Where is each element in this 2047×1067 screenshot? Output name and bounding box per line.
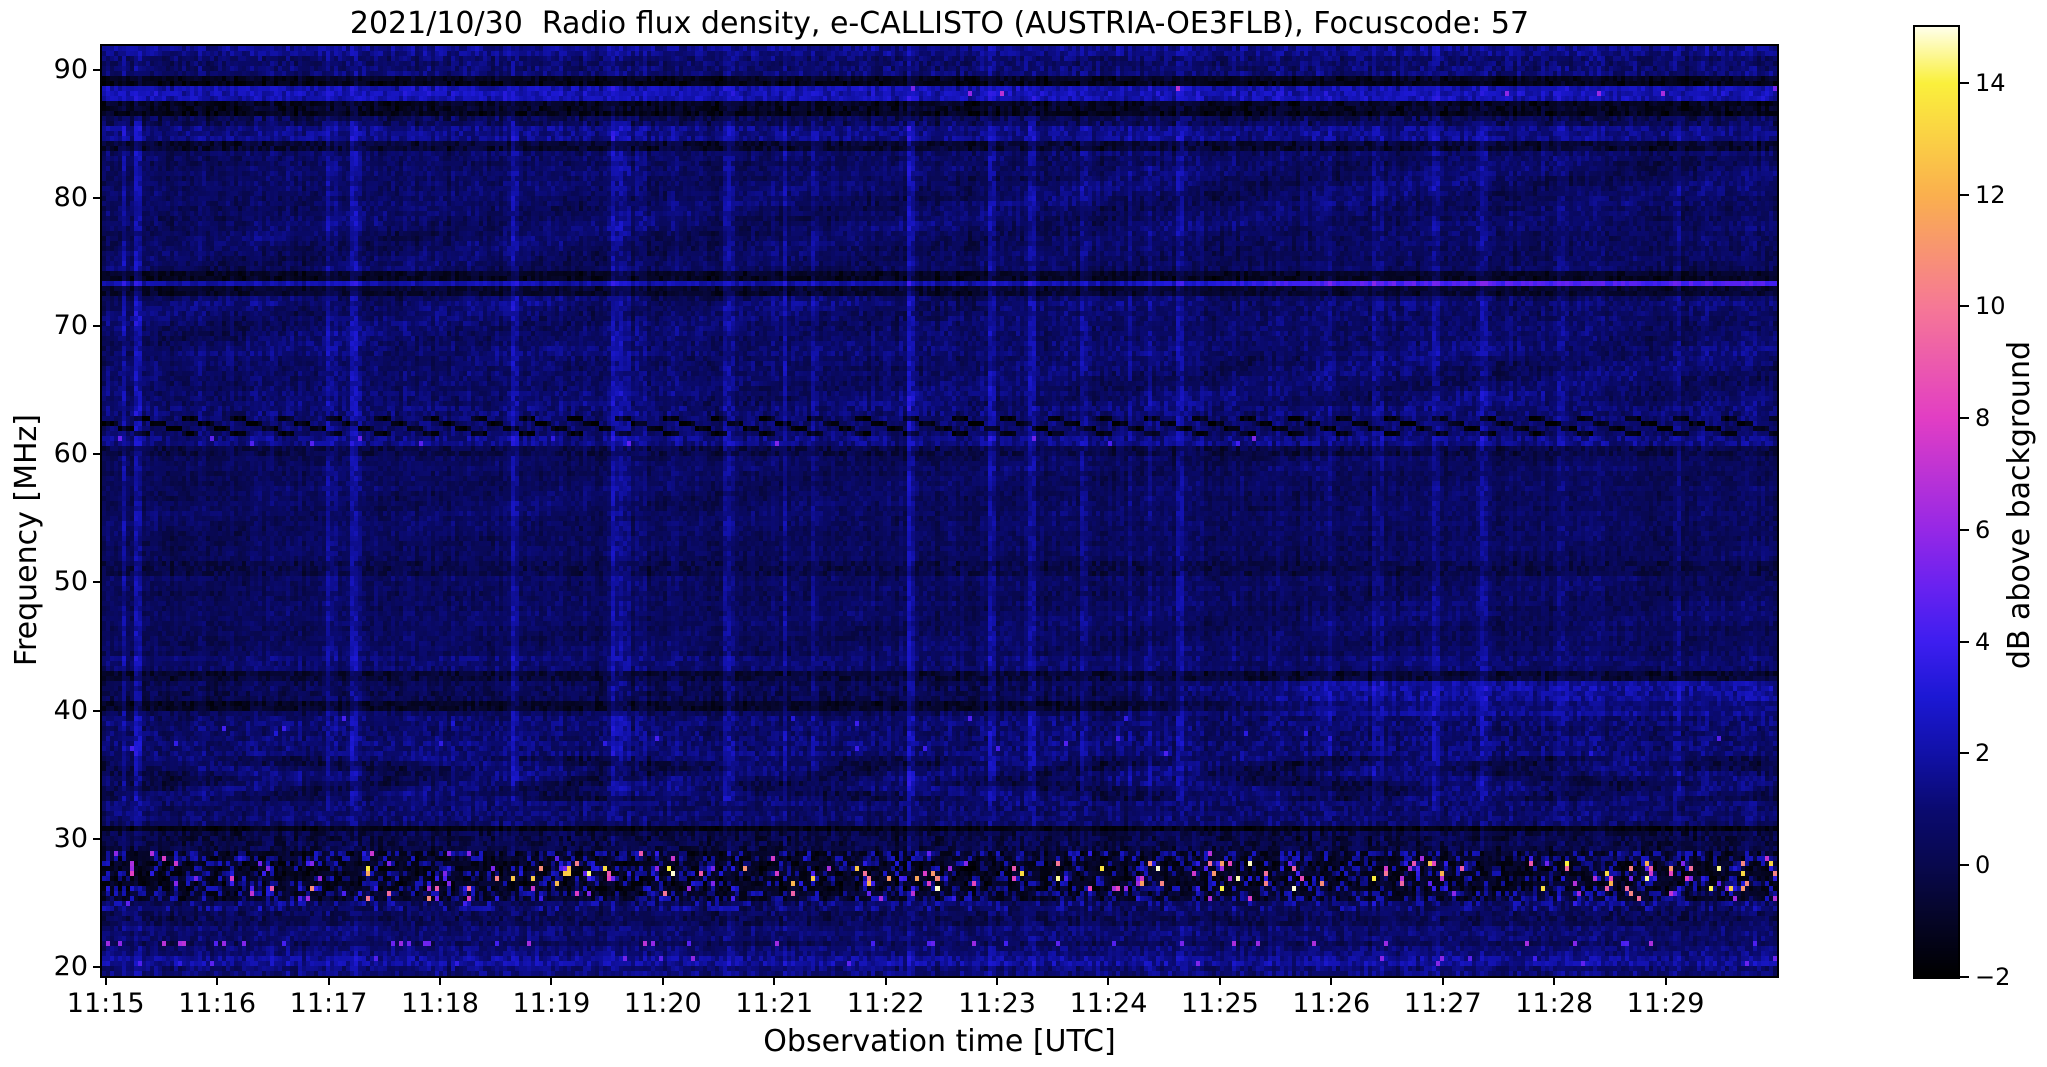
spectrogram-canvas (102, 46, 1777, 976)
colorbar-tick-mark (1960, 305, 1969, 308)
x-tick-mark (884, 976, 887, 985)
y-tick-mark (93, 709, 102, 712)
colorbar-tick-mark (1960, 864, 1969, 867)
x-tick-mark (216, 976, 219, 985)
x-tick-mark (996, 976, 999, 985)
y-tick-mark (93, 68, 102, 71)
x-tick-mark (773, 976, 776, 985)
y-tick-label: 90 (53, 53, 88, 85)
colorbar-canvas (1915, 27, 1958, 977)
colorbar-tick-mark (1960, 193, 1969, 196)
x-tick-mark (438, 976, 441, 985)
y-tick-mark (93, 837, 102, 840)
x-tick-mark (661, 976, 664, 985)
x-tick-mark (1553, 976, 1556, 985)
colorbar-tick-label: −2 (1975, 963, 2011, 991)
x-tick-mark (550, 976, 553, 985)
colorbar-tick-mark (1960, 528, 1969, 531)
colorbar-label: dB above background (2001, 340, 2037, 670)
y-axis-label: Frequency [MHz] (8, 413, 44, 667)
figure-title: 2021/10/30 Radio flux density, e-CALLIST… (349, 6, 1530, 41)
y-axis-label-wrap: Frequency [MHz] (4, 240, 48, 840)
colorbar-tick-label: 14 (1975, 68, 2006, 97)
y-tick-mark (93, 453, 102, 456)
x-tick-mark (1218, 976, 1221, 985)
y-tick-mark (93, 197, 102, 200)
x-tick-mark (1107, 976, 1110, 985)
colorbar-tick-mark (1960, 976, 1969, 978)
x-tick-mark (1330, 976, 1333, 985)
x-tick-label: 11:29 (1626, 988, 1705, 1019)
y-tick-mark (93, 581, 102, 584)
x-tick-mark (327, 976, 330, 985)
colorbar-tick-mark (1960, 752, 1969, 755)
x-tick-mark (1441, 976, 1444, 985)
colorbar-label-wrap: dB above background (1996, 100, 2042, 910)
y-tick-mark (93, 325, 102, 328)
colorbar-tick-mark (1960, 417, 1969, 420)
x-axis-label: Observation time [UTC] (763, 1024, 1116, 1059)
y-tick-label: 20 (53, 950, 88, 982)
x-tick-mark (104, 976, 107, 985)
y-tick-mark (93, 965, 102, 968)
colorbar-tick-mark (1960, 81, 1969, 84)
y-tick-label: 80 (53, 182, 88, 214)
colorbar-tick-mark (1960, 640, 1969, 643)
x-tick-mark (1664, 976, 1667, 985)
